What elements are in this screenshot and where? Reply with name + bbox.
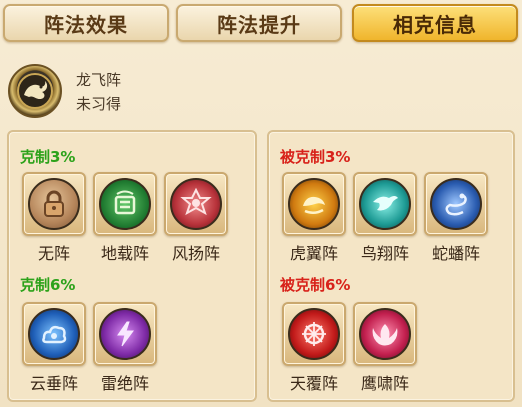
formation-cell-thunder[interactable] — [93, 302, 157, 366]
countered-by-panel: 被克制3% 虎翼阵 鸟翔阵 蛇蟠阵 被克制6% 天覆阵 鹰啸阵 — [267, 130, 515, 402]
formation-cell-none[interactable] — [22, 172, 86, 236]
thunder-formation-icon — [99, 308, 151, 360]
formation-label-none: 无阵 — [37, 244, 70, 263]
formation-cell-snake[interactable] — [424, 172, 488, 236]
formation-status: 未习得 — [76, 95, 122, 113]
counters-panel: 克制3% 无阵 地载阵 风扬阵 克制6% 云垂阵 雷绝阵 — [7, 130, 257, 402]
snake-formation-icon — [430, 178, 482, 230]
group-title-counter-3: 克制3% — [20, 148, 76, 166]
formation-cell-cloud[interactable] — [22, 302, 86, 366]
group-title-counter-6: 克制6% — [20, 276, 76, 294]
tab-formation-effect[interactable]: 阵法效果 — [3, 4, 169, 42]
formation-label-snake: 蛇蟠阵 — [431, 244, 480, 263]
formation-label-eagle: 鹰啸阵 — [360, 374, 409, 393]
formation-label-heaven: 天覆阵 — [289, 374, 338, 393]
group-title-countered-3: 被克制3% — [280, 148, 351, 166]
formation-label-tiger: 虎翼阵 — [289, 244, 338, 263]
lock-icon — [28, 178, 80, 230]
formation-cell-eagle[interactable] — [353, 302, 417, 366]
formation-label-bird: 鸟翔阵 — [360, 244, 409, 263]
formation-cell-wind[interactable] — [164, 172, 228, 236]
formation-cell-heaven[interactable] — [282, 302, 346, 366]
wind-formation-icon — [170, 178, 222, 230]
formation-counter-screen: 阵法效果 阵法提升 相克信息 龙飞阵 未习得 克制3% 无阵 地载阵 风扬阵 克… — [0, 0, 522, 407]
earth-formation-icon — [99, 178, 151, 230]
formation-label-thunder: 雷绝阵 — [100, 374, 149, 393]
formation-cell-earth[interactable] — [93, 172, 157, 236]
cloud-formation-icon — [28, 308, 80, 360]
formation-label-earth: 地载阵 — [100, 244, 149, 263]
dragon-formation-icon — [8, 64, 62, 118]
formation-name: 龙飞阵 — [76, 71, 122, 89]
formation-label-cloud: 云垂阵 — [29, 374, 78, 393]
tab-bar: 阵法效果 阵法提升 相克信息 — [0, 0, 522, 46]
heaven-formation-icon — [288, 308, 340, 360]
tab-counter-info[interactable]: 相克信息 — [352, 4, 518, 42]
tiger-formation-icon — [288, 178, 340, 230]
formation-cell-tiger[interactable] — [282, 172, 346, 236]
group-title-countered-6: 被克制6% — [280, 276, 351, 294]
eagle-formation-icon — [359, 308, 411, 360]
tab-formation-upgrade[interactable]: 阵法提升 — [176, 4, 342, 42]
formation-label-wind: 风扬阵 — [171, 244, 220, 263]
formation-cell-bird[interactable] — [353, 172, 417, 236]
bird-formation-icon — [359, 178, 411, 230]
